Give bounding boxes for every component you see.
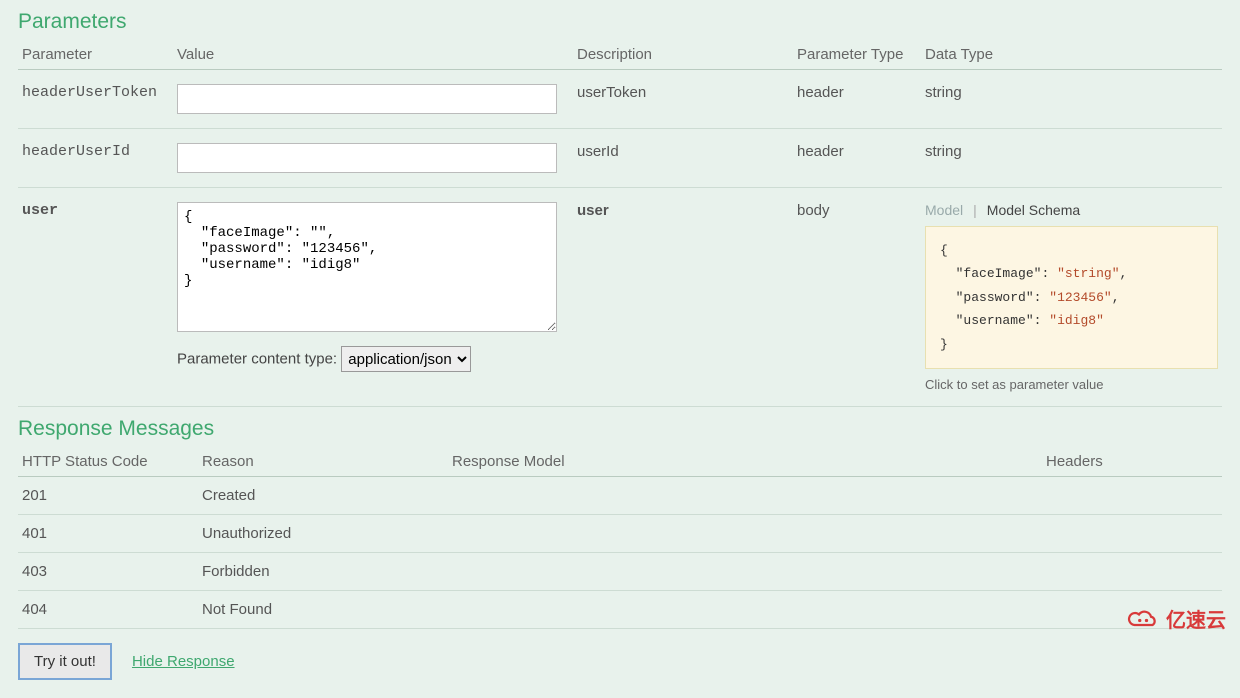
param-data-type: string	[921, 129, 1222, 188]
status-code: 401	[18, 514, 198, 552]
user-body-textarea[interactable]: { "faceImage": "", "password": "123456",…	[177, 202, 557, 332]
param-name: headerUserToken	[18, 70, 173, 129]
parameters-table: Parameter Value Description Parameter Ty…	[18, 40, 1222, 407]
col-status-code: HTTP Status Code	[18, 447, 198, 477]
response-row: 201 Created	[18, 476, 1222, 514]
response-row: 403 Forbidden	[18, 552, 1222, 590]
col-reason: Reason	[198, 447, 448, 477]
status-code: 201	[18, 476, 198, 514]
col-response-model: Response Model	[448, 447, 1042, 477]
schema-hint: Click to set as parameter value	[925, 377, 1218, 392]
param-description: userId	[573, 129, 793, 188]
watermark-text: 亿速云	[1166, 604, 1226, 633]
model-schema-box[interactable]: { "faceImage": "string", "password": "12…	[925, 226, 1218, 369]
header-user-id-input[interactable]	[177, 143, 557, 173]
responses-heading: Response Messages	[18, 417, 1222, 441]
col-parameter: Parameter	[18, 40, 173, 70]
response-row: 404 Not Found	[18, 590, 1222, 628]
param-description: user	[573, 188, 793, 407]
status-reason: Not Found	[198, 590, 448, 628]
param-name: user	[18, 188, 173, 407]
param-description: userToken	[573, 70, 793, 129]
try-it-out-button[interactable]: Try it out!	[18, 643, 112, 680]
model-schema-toggle[interactable]: Model Schema	[987, 202, 1080, 218]
model-toggle[interactable]: Model	[925, 202, 963, 218]
param-data-type: string	[921, 70, 1222, 129]
status-reason: Created	[198, 476, 448, 514]
cloud-icon	[1124, 607, 1160, 631]
param-type: header	[793, 129, 921, 188]
parameters-heading: Parameters	[18, 10, 1222, 34]
col-data-type: Data Type	[921, 40, 1222, 70]
responses-table: HTTP Status Code Reason Response Model H…	[18, 447, 1222, 629]
header-user-token-input[interactable]	[177, 84, 557, 114]
col-description: Description	[573, 40, 793, 70]
param-type: header	[793, 70, 921, 129]
content-type-label: Parameter content type:	[177, 351, 337, 368]
param-row: headerUserId userId header string	[18, 129, 1222, 188]
response-row: 401 Unauthorized	[18, 514, 1222, 552]
watermark: 亿速云	[1124, 604, 1226, 633]
col-value: Value	[173, 40, 573, 70]
param-row: user { "faceImage": "", "password": "123…	[18, 188, 1222, 407]
status-reason: Forbidden	[198, 552, 448, 590]
content-type-select[interactable]: application/json	[341, 346, 471, 372]
status-code: 404	[18, 590, 198, 628]
status-code: 403	[18, 552, 198, 590]
param-type: body	[793, 188, 921, 407]
col-headers: Headers	[1042, 447, 1222, 477]
status-reason: Unauthorized	[198, 514, 448, 552]
col-parameter-type: Parameter Type	[793, 40, 921, 70]
param-row: headerUserToken userToken header string	[18, 70, 1222, 129]
param-name: headerUserId	[18, 129, 173, 188]
hide-response-link[interactable]: Hide Response	[132, 653, 235, 670]
